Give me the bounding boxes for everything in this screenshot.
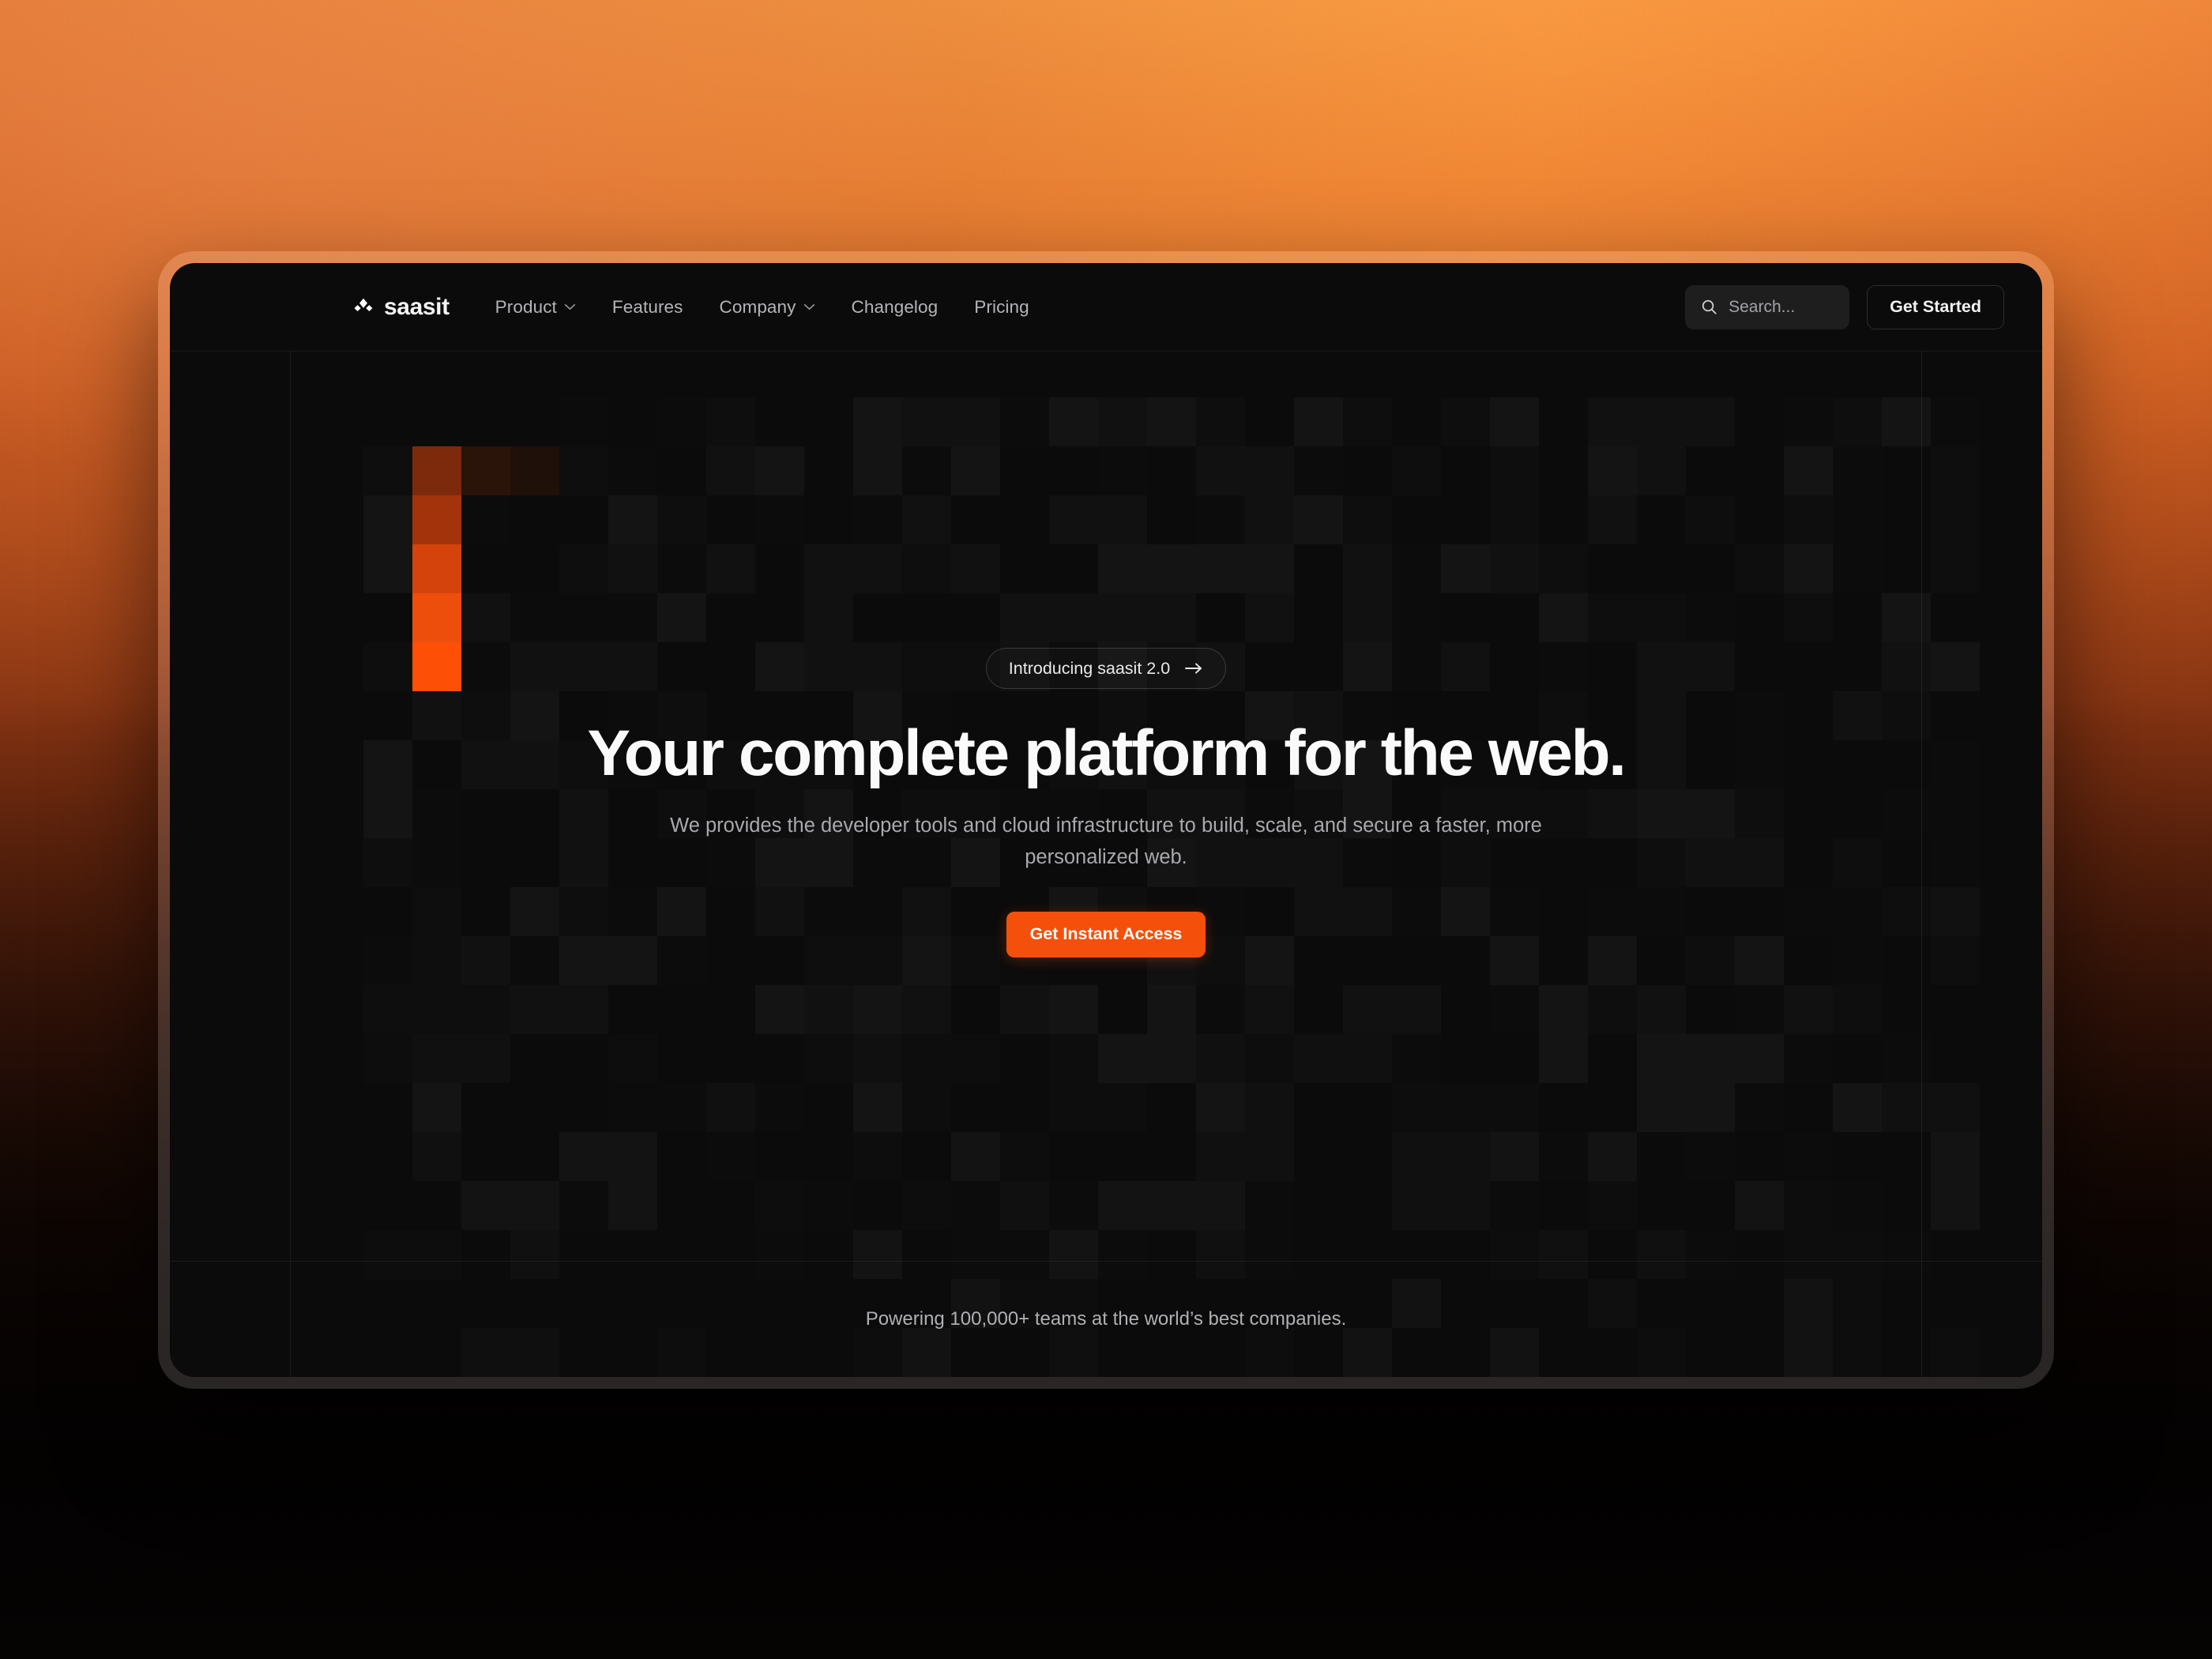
search-placeholder: Search... [1729, 297, 1796, 316]
browser-window-frame: saasit Product Features Company Changelo… [158, 251, 2054, 1389]
nav-item-label: Product [495, 296, 557, 317]
get-instant-access-button[interactable]: Get Instant Access [1006, 911, 1206, 957]
nav-item-label: Pricing [974, 296, 1029, 317]
hero-section: Introducing saasit 2.0 Your complete pla… [170, 352, 2042, 1262]
chevron-down-icon [564, 303, 576, 310]
announcement-badge-label: Introducing saasit 2.0 [1008, 658, 1171, 678]
hero-subtitle: We provides the developer tools and clou… [670, 814, 1542, 869]
top-navigation-bar: saasit Product Features Company Changelo… [170, 263, 2042, 352]
chevron-down-icon [803, 303, 814, 310]
top-bar-actions: Search... Get Started [1685, 284, 2004, 329]
get-started-button[interactable]: Get Started [1867, 284, 2004, 329]
nav-item-pricing[interactable]: Pricing [974, 297, 1029, 318]
social-proof-strip: Powering 100,000+ teams at the world’s b… [170, 1262, 2042, 1377]
hero-stage: Introducing saasit 2.0 Your complete pla… [170, 352, 2042, 1377]
sparkle-diamond-icon [354, 298, 373, 311]
arrow-right-icon [1185, 663, 1202, 674]
nav-item-company[interactable]: Company [720, 297, 815, 318]
browser-window: saasit Product Features Company Changelo… [170, 263, 2042, 1377]
nav-item-label: Company [719, 296, 796, 317]
nav-item-features[interactable]: Features [612, 297, 683, 318]
search-icon [1702, 299, 1717, 314]
primary-nav: Product Features Company Changelog Prici… [495, 297, 1029, 318]
nav-item-product[interactable]: Product [495, 297, 576, 318]
search-input[interactable]: Search... [1685, 284, 1850, 329]
announcement-badge[interactable]: Introducing saasit 2.0 [985, 648, 1227, 690]
social-proof-text: Powering 100,000+ teams at the world’s b… [865, 1308, 1347, 1330]
nav-item-label: Changelog [851, 296, 939, 317]
hero-title: Your complete platform for the web. [587, 717, 1627, 790]
brand-logo[interactable]: saasit [353, 294, 450, 321]
nav-item-changelog[interactable]: Changelog [852, 297, 939, 318]
nav-item-label: Features [611, 296, 683, 317]
brand-name: saasit [384, 293, 450, 320]
